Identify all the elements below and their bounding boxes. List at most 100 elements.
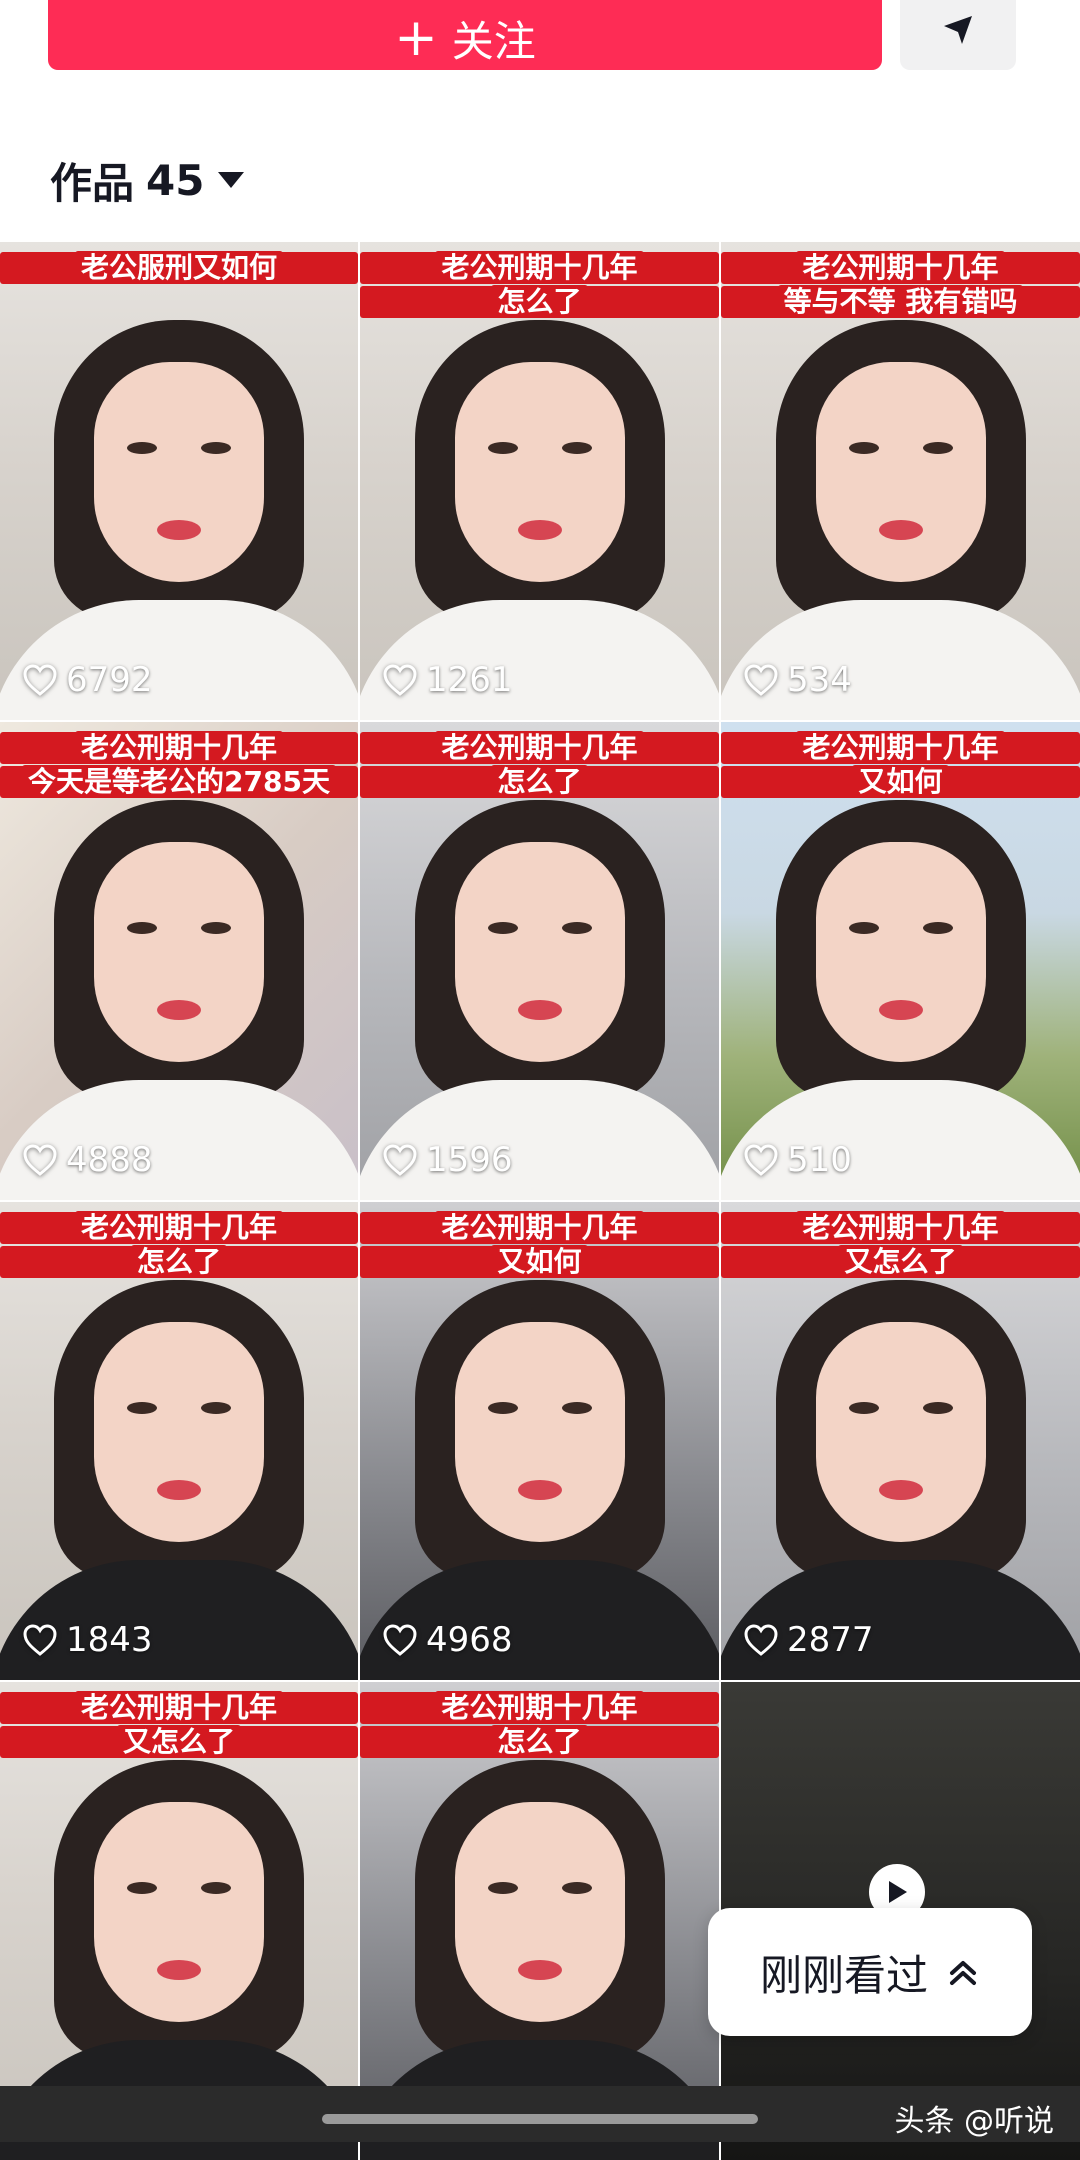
like-count: 6792: [22, 660, 153, 700]
caption-text: 老公刑期十几年: [435, 1211, 644, 1244]
send-icon: [944, 16, 972, 44]
caption-text: 老公刑期十几年: [796, 251, 1005, 284]
home-indicator[interactable]: [322, 2114, 758, 2124]
video-grid: 老公服刑又如何 6792 老公刑期十几年 怎么了 1261 老公刑期十几年 等与…: [0, 242, 1080, 2160]
thumbnail-eye: [922, 922, 953, 934]
video-tile[interactable]: 老公刑期十几年 今天是等老公的2785天 4888: [0, 722, 358, 1200]
video-caption: 老公刑期十几年 又怎么了: [721, 1211, 1080, 1280]
caret-down-icon: [218, 172, 245, 188]
video-tile[interactable]: 老公刑期十几年 又如何 4968: [360, 1202, 719, 1680]
video-caption: 老公刑期十几年 又怎么了: [0, 1691, 358, 1760]
thumbnail-lips: [157, 1000, 201, 1020]
thumbnail-eye: [487, 1402, 518, 1414]
caption-text: 今天是等老公的2785天: [22, 765, 336, 798]
thumbnail-face: [815, 842, 986, 1062]
thumbnail-eye: [561, 1402, 592, 1414]
heart-icon: [23, 1144, 57, 1176]
caption-line: 又怎么了: [721, 1245, 1080, 1278]
like-count-value: 4968: [426, 1620, 513, 1660]
video-caption: 老公刑期十几年 怎么了: [360, 1691, 719, 1760]
caption-text: 老公刑期十几年: [74, 1691, 283, 1724]
thumbnail-face: [94, 1322, 264, 1542]
thumbnail-eye: [848, 922, 879, 934]
video-caption: 老公刑期十几年 今天是等老公的2785天: [0, 731, 358, 800]
heart-icon: [744, 1144, 778, 1176]
caption-line: 老公刑期十几年: [360, 251, 719, 284]
recently-viewed-button[interactable]: 刚刚看过: [708, 1908, 1032, 2036]
caption-line: 老公刑期十几年: [721, 1211, 1080, 1244]
thumbnail-eye: [848, 442, 879, 454]
video-caption: 老公刑期十几年 怎么了: [360, 251, 719, 320]
caption-line: 又怎么了: [0, 1725, 358, 1758]
caption-line: 又如何: [721, 765, 1080, 798]
caption-text: 老公刑期十几年: [74, 731, 283, 764]
thumbnail-eye: [922, 442, 953, 454]
plus-icon: +: [394, 8, 438, 68]
caption-text: 老公刑期十几年: [435, 251, 644, 284]
caption-line: 老公刑期十几年: [360, 1211, 719, 1244]
thumbnail-eye: [487, 922, 518, 934]
caption-line: 怎么了: [360, 285, 719, 318]
video-tile[interactable]: 老公刑期十几年 怎么了 1843: [0, 1202, 358, 1680]
works-label: 作品: [50, 158, 135, 208]
video-caption: 老公刑期十几年 怎么了: [360, 731, 719, 800]
follow-button[interactable]: + 关注: [48, 0, 882, 70]
video-caption: 老公刑期十几年 怎么了: [0, 1211, 358, 1280]
thumbnail-eye: [487, 442, 518, 454]
like-count-value: 534: [787, 660, 852, 700]
thumbnail-eye: [127, 1882, 157, 1894]
video-tile[interactable]: 老公刑期十几年 怎么了 1596: [360, 722, 719, 1200]
thumbnail-face: [454, 362, 625, 582]
like-count: 1596: [382, 1140, 513, 1180]
video-caption: 老公服刑又如何: [0, 251, 358, 286]
video-tile[interactable]: 老公服刑又如何 6792: [0, 242, 358, 720]
like-count-value: 1261: [426, 660, 513, 700]
caption-text: 老公刑期十几年: [796, 731, 1005, 764]
video-tile[interactable]: 老公刑期十几年 又如何 510: [721, 722, 1080, 1200]
thumbnail-eye: [561, 922, 592, 934]
thumbnail-eye: [561, 442, 592, 454]
heart-icon: [744, 1624, 778, 1656]
caption-line: 老公刑期十几年: [360, 731, 719, 764]
bottom-bar: 头条 @听说: [0, 2086, 1080, 2142]
thumbnail-lips: [157, 1960, 201, 1980]
like-count-value: 1596: [426, 1140, 513, 1180]
thumbnail-eye: [922, 1402, 953, 1414]
caption-line: 老公刑期十几年: [721, 251, 1080, 284]
thumbnail-face: [94, 362, 264, 582]
like-count: 534: [743, 660, 852, 700]
thumbnail-lips: [878, 1000, 923, 1020]
video-tile[interactable]: 老公刑期十几年 又怎么了 2877: [721, 1202, 1080, 1680]
works-tab-header[interactable]: 作品 45: [50, 150, 245, 210]
video-caption: 老公刑期十几年 又如何: [721, 731, 1080, 800]
thumbnail-lips: [517, 1480, 562, 1500]
like-count: 2877: [743, 1620, 874, 1660]
caption-line: 又如何: [360, 1245, 719, 1278]
video-caption: 老公刑期十几年 又如何: [360, 1211, 719, 1280]
caption-text: 又怎么了: [116, 1725, 241, 1758]
play-icon: [889, 1881, 907, 1903]
thumbnail-eye: [127, 922, 157, 934]
thumbnail-face: [454, 842, 625, 1062]
thumbnail-eye: [201, 442, 231, 454]
share-button[interactable]: [900, 0, 1016, 70]
like-count: 4968: [382, 1620, 513, 1660]
heart-icon: [383, 1144, 417, 1176]
caption-text: 怎么了: [491, 1725, 588, 1758]
caption-text: 又如何: [852, 765, 949, 798]
thumbnail-eye: [201, 1402, 231, 1414]
caption-line: 怎么了: [0, 1245, 358, 1278]
watermark: 头条 @听说: [894, 2104, 1054, 2139]
video-tile[interactable]: 老公刑期十几年 等与不等 我有错吗 534: [721, 242, 1080, 720]
like-count: 1843: [22, 1620, 153, 1660]
thumbnail-lips: [878, 1480, 923, 1500]
video-tile[interactable]: 老公刑期十几年 怎么了 1261: [360, 242, 719, 720]
caption-text: 又怎么了: [838, 1245, 963, 1278]
works-count: 45: [146, 155, 205, 205]
like-count-value: 510: [787, 1140, 852, 1180]
caption-text: 怎么了: [491, 285, 588, 318]
like-count-value: 6792: [66, 660, 153, 700]
like-count-value: 1843: [66, 1620, 153, 1660]
heart-icon: [744, 664, 778, 696]
like-count-value: 2877: [787, 1620, 874, 1660]
